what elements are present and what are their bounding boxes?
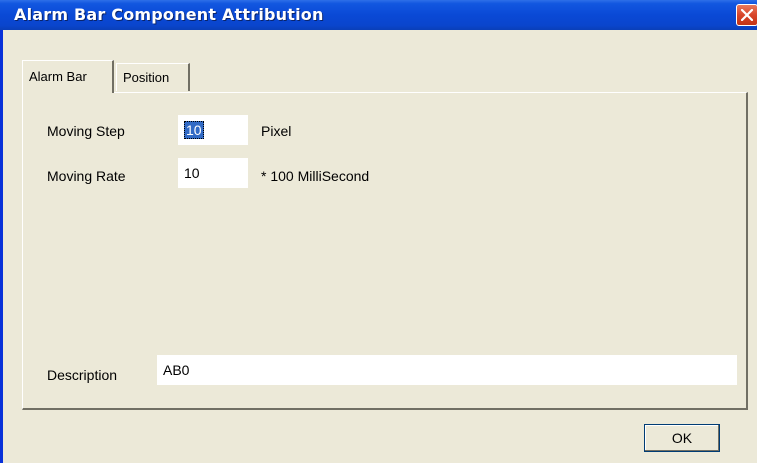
moving-step-input[interactable]: 10 (178, 115, 248, 145)
tab-alarm-bar[interactable]: Alarm Bar (22, 60, 114, 93)
tab-position[interactable]: Position (116, 63, 190, 91)
dialog-window: Alarm Bar Component Attribution Alarm Ba… (0, 0, 757, 463)
moving-step-value: 10 (184, 121, 204, 139)
moving-rate-label: Moving Rate (47, 168, 126, 184)
moving-step-label: Moving Step (47, 123, 125, 139)
tab-panel: Moving Step 10 Pixel Moving Rate 10 * 10… (22, 92, 748, 410)
moving-rate-input[interactable]: 10 (178, 158, 248, 188)
moving-step-unit: Pixel (261, 123, 292, 139)
window-title: Alarm Bar Component Attribution (14, 5, 324, 24)
moving-rate-unit: * 100 MilliSecond (261, 168, 370, 184)
description-input[interactable]: AB0 (157, 355, 737, 385)
title-bar[interactable]: Alarm Bar Component Attribution (0, 0, 757, 30)
description-label: Description (47, 367, 118, 383)
close-icon (741, 9, 753, 21)
close-button[interactable] (736, 4, 757, 26)
ok-button[interactable]: OK (644, 424, 720, 452)
